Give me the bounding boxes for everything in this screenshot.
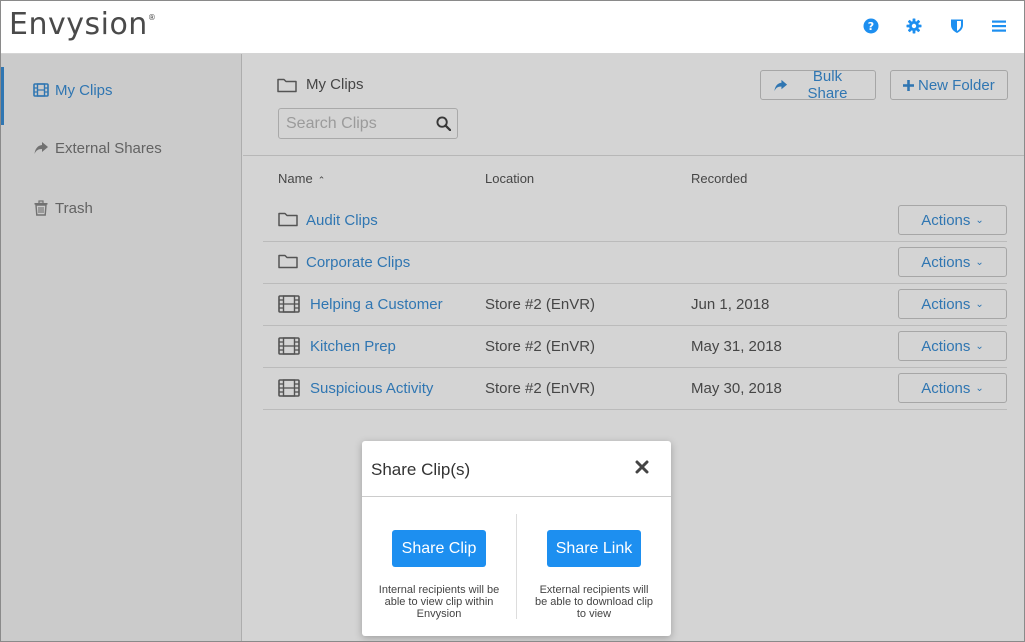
share-clip-help-text: Internal recipients will be able to view…: [378, 584, 500, 620]
share-link-button[interactable]: Share Link: [547, 530, 641, 567]
modal-title: Share Clip(s): [371, 460, 471, 479]
close-icon[interactable]: [633, 458, 651, 476]
app-window: Envysion® ? My Clips External Shares Tra…: [0, 0, 1025, 642]
modal-column-divider: [516, 514, 517, 619]
share-clips-modal: Share Clip(s) Share Clip Internal recipi…: [362, 441, 671, 636]
share-clip-button[interactable]: Share Clip: [392, 530, 486, 567]
menu-icon[interactable]: [991, 18, 1007, 34]
svg-text:?: ?: [868, 20, 874, 33]
shield-icon[interactable]: [949, 18, 965, 34]
modal-divider: [362, 496, 671, 497]
share-link-help-text: External recipients will be able to down…: [534, 584, 654, 620]
top-header: Envysion® ?: [1, 1, 1024, 54]
help-icon[interactable]: ?: [863, 18, 879, 34]
gear-icon[interactable]: [906, 18, 922, 34]
envysion-logo[interactable]: Envysion®: [9, 7, 156, 42]
